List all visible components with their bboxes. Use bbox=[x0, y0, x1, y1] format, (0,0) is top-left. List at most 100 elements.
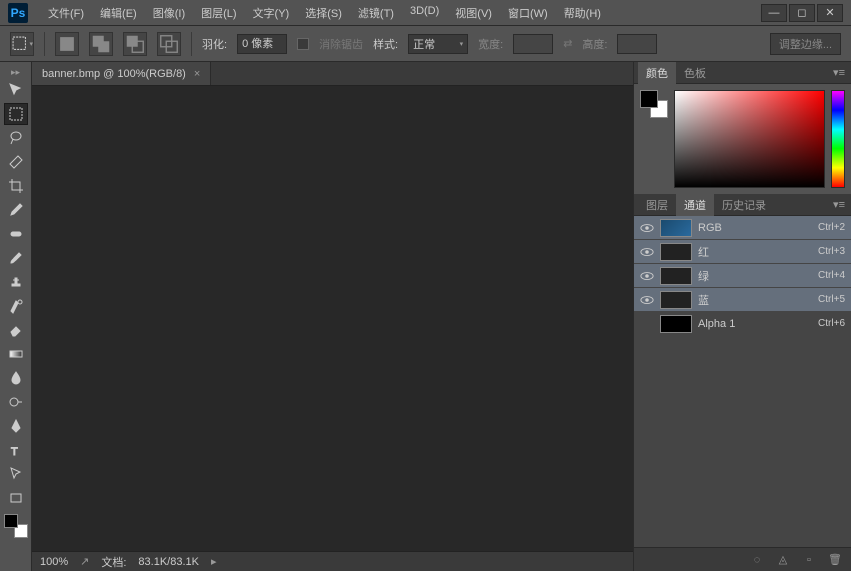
hue-slider[interactable] bbox=[831, 90, 845, 188]
gradient-tool-icon[interactable] bbox=[4, 343, 28, 365]
channels-panel-tabs: 图层 通道 历史记录 ▾≡ bbox=[634, 194, 851, 216]
tab-channels[interactable]: 通道 bbox=[676, 194, 714, 216]
new-selection-icon[interactable] bbox=[55, 32, 79, 56]
antialias-label: 消除锯齿 bbox=[319, 36, 363, 52]
channel-shortcut: Ctrl+4 bbox=[818, 270, 845, 281]
document-tab[interactable]: banner.bmp @ 100%(RGB/8) × bbox=[32, 62, 211, 85]
channel-row-b[interactable]: 蓝 Ctrl+5 bbox=[634, 288, 851, 312]
brush-tool-icon[interactable] bbox=[4, 247, 28, 269]
color-swatches[interactable] bbox=[4, 514, 28, 538]
path-selection-tool-icon[interactable] bbox=[4, 463, 28, 485]
share-icon[interactable]: ↗ bbox=[80, 555, 89, 568]
menu-view[interactable]: 视图(V) bbox=[447, 1, 500, 25]
channel-shortcut: Ctrl+5 bbox=[818, 294, 845, 305]
channel-row-g[interactable]: 绿 Ctrl+4 bbox=[634, 264, 851, 288]
swap-dimensions-icon: ⇄ bbox=[563, 37, 572, 50]
color-panel-menu-icon[interactable]: ▾≡ bbox=[827, 66, 851, 79]
menu-image[interactable]: 图像(I) bbox=[145, 1, 193, 25]
marquee-tool-icon[interactable] bbox=[4, 103, 28, 125]
tab-swatches[interactable]: 色板 bbox=[676, 62, 714, 84]
minimize-button[interactable]: — bbox=[761, 4, 787, 22]
channels-panel: RGB Ctrl+2 红 Ctrl+3 绿 Ctrl+4 蓝 Ctrl+5 Al… bbox=[634, 216, 851, 571]
color-panel-tabs: 颜色 色板 ▾≡ bbox=[634, 62, 851, 84]
channel-thumbnail bbox=[660, 219, 692, 237]
subtract-selection-icon[interactable] bbox=[123, 32, 147, 56]
add-selection-icon[interactable] bbox=[89, 32, 113, 56]
canvas-area: banner.bmp @ 100%(RGB/8) × 100% ↗ 文档: 83.… bbox=[32, 62, 633, 571]
move-tool-icon[interactable] bbox=[4, 79, 28, 101]
visibility-icon[interactable] bbox=[640, 245, 654, 259]
tab-layers[interactable]: 图层 bbox=[638, 194, 676, 216]
canvas[interactable] bbox=[32, 86, 633, 551]
menu-window[interactable]: 窗口(W) bbox=[500, 1, 556, 25]
visibility-icon[interactable] bbox=[640, 293, 654, 307]
visibility-icon[interactable] bbox=[640, 317, 654, 331]
new-channel-icon[interactable]: ▫ bbox=[801, 552, 817, 568]
blur-tool-icon[interactable] bbox=[4, 367, 28, 389]
crop-tool-icon[interactable] bbox=[4, 175, 28, 197]
channels-footer: ◌ ◬ ▫ 🗑 bbox=[634, 547, 851, 571]
marquee-tool-preset-icon[interactable]: ▾ bbox=[10, 32, 34, 56]
visibility-icon[interactable] bbox=[640, 221, 654, 235]
pen-tool-icon[interactable] bbox=[4, 415, 28, 437]
foreground-swatch[interactable] bbox=[4, 514, 18, 528]
clone-stamp-tool-icon[interactable] bbox=[4, 271, 28, 293]
menu-filter[interactable]: 滤镜(T) bbox=[350, 1, 402, 25]
rectangle-tool-icon[interactable] bbox=[4, 487, 28, 509]
status-bar: 100% ↗ 文档: 83.1K/83.1K ▸ bbox=[32, 551, 633, 571]
dodge-tool-icon[interactable] bbox=[4, 391, 28, 413]
close-tab-icon[interactable]: × bbox=[194, 68, 200, 80]
menu-3d[interactable]: 3D(D) bbox=[402, 1, 447, 25]
menu-bar: 文件(F) 编辑(E) 图像(I) 图层(L) 文字(Y) 选择(S) 滤镜(T… bbox=[40, 1, 609, 25]
tab-color[interactable]: 颜色 bbox=[638, 62, 676, 84]
style-select[interactable]: 正常▾ bbox=[408, 34, 468, 54]
channel-row-r[interactable]: 红 Ctrl+3 bbox=[634, 240, 851, 264]
magic-wand-tool-icon[interactable] bbox=[4, 151, 28, 173]
document-tab-title: banner.bmp @ 100%(RGB/8) bbox=[42, 68, 186, 80]
document-tabs: banner.bmp @ 100%(RGB/8) × bbox=[32, 62, 633, 86]
eraser-tool-icon[interactable] bbox=[4, 319, 28, 341]
close-button[interactable]: ✕ bbox=[817, 4, 843, 22]
maximize-button[interactable]: ◻ bbox=[789, 4, 815, 22]
toolbar-expand-icon[interactable]: ▸▸ bbox=[0, 66, 31, 78]
refine-edge-button[interactable]: 调整边缘... bbox=[770, 33, 841, 55]
channels-panel-menu-icon[interactable]: ▾≡ bbox=[827, 198, 851, 211]
svg-text:T: T bbox=[11, 446, 18, 458]
channel-row-alpha[interactable]: Alpha 1 Ctrl+6 bbox=[634, 312, 851, 336]
channel-row-rgb[interactable]: RGB Ctrl+2 bbox=[634, 216, 851, 240]
menu-file[interactable]: 文件(F) bbox=[40, 1, 92, 25]
channel-thumbnail bbox=[660, 291, 692, 309]
status-arrow-icon[interactable]: ▸ bbox=[211, 555, 217, 568]
channel-name: RGB bbox=[698, 222, 812, 234]
history-brush-tool-icon[interactable] bbox=[4, 295, 28, 317]
doc-info[interactable]: 83.1K/83.1K bbox=[138, 556, 199, 568]
save-selection-icon[interactable]: ◬ bbox=[775, 552, 791, 568]
color-picker[interactable] bbox=[674, 90, 825, 188]
delete-channel-icon[interactable]: 🗑 bbox=[827, 552, 843, 568]
tab-history[interactable]: 历史记录 bbox=[714, 194, 774, 216]
menu-select[interactable]: 选择(S) bbox=[297, 1, 350, 25]
type-tool-icon[interactable]: T bbox=[4, 439, 28, 461]
panel-color-swatches[interactable] bbox=[640, 90, 668, 118]
menu-help[interactable]: 帮助(H) bbox=[556, 1, 609, 25]
menu-edit[interactable]: 编辑(E) bbox=[92, 1, 145, 25]
main-area: ▸▸ T banner.bmp @ 100%(RGB/8) × bbox=[0, 62, 851, 571]
visibility-icon[interactable] bbox=[640, 269, 654, 283]
panel-fg-swatch[interactable] bbox=[640, 90, 658, 108]
feather-label: 羽化: bbox=[202, 36, 227, 52]
feather-input[interactable]: 0 像素 bbox=[237, 34, 287, 54]
intersect-selection-icon[interactable] bbox=[157, 32, 181, 56]
menu-layer[interactable]: 图层(L) bbox=[193, 1, 244, 25]
load-selection-icon[interactable]: ◌ bbox=[749, 552, 765, 568]
zoom-level[interactable]: 100% bbox=[40, 556, 68, 568]
height-label: 高度: bbox=[582, 36, 607, 52]
healing-brush-tool-icon[interactable] bbox=[4, 223, 28, 245]
lasso-tool-icon[interactable] bbox=[4, 127, 28, 149]
doc-info-label: 文档: bbox=[101, 554, 126, 570]
channel-thumbnail bbox=[660, 267, 692, 285]
antialias-checkbox[interactable] bbox=[297, 38, 309, 50]
channels-empty-area bbox=[634, 336, 851, 547]
menu-type[interactable]: 文字(Y) bbox=[245, 1, 298, 25]
eyedropper-tool-icon[interactable] bbox=[4, 199, 28, 221]
toolbar: ▸▸ T bbox=[0, 62, 32, 571]
